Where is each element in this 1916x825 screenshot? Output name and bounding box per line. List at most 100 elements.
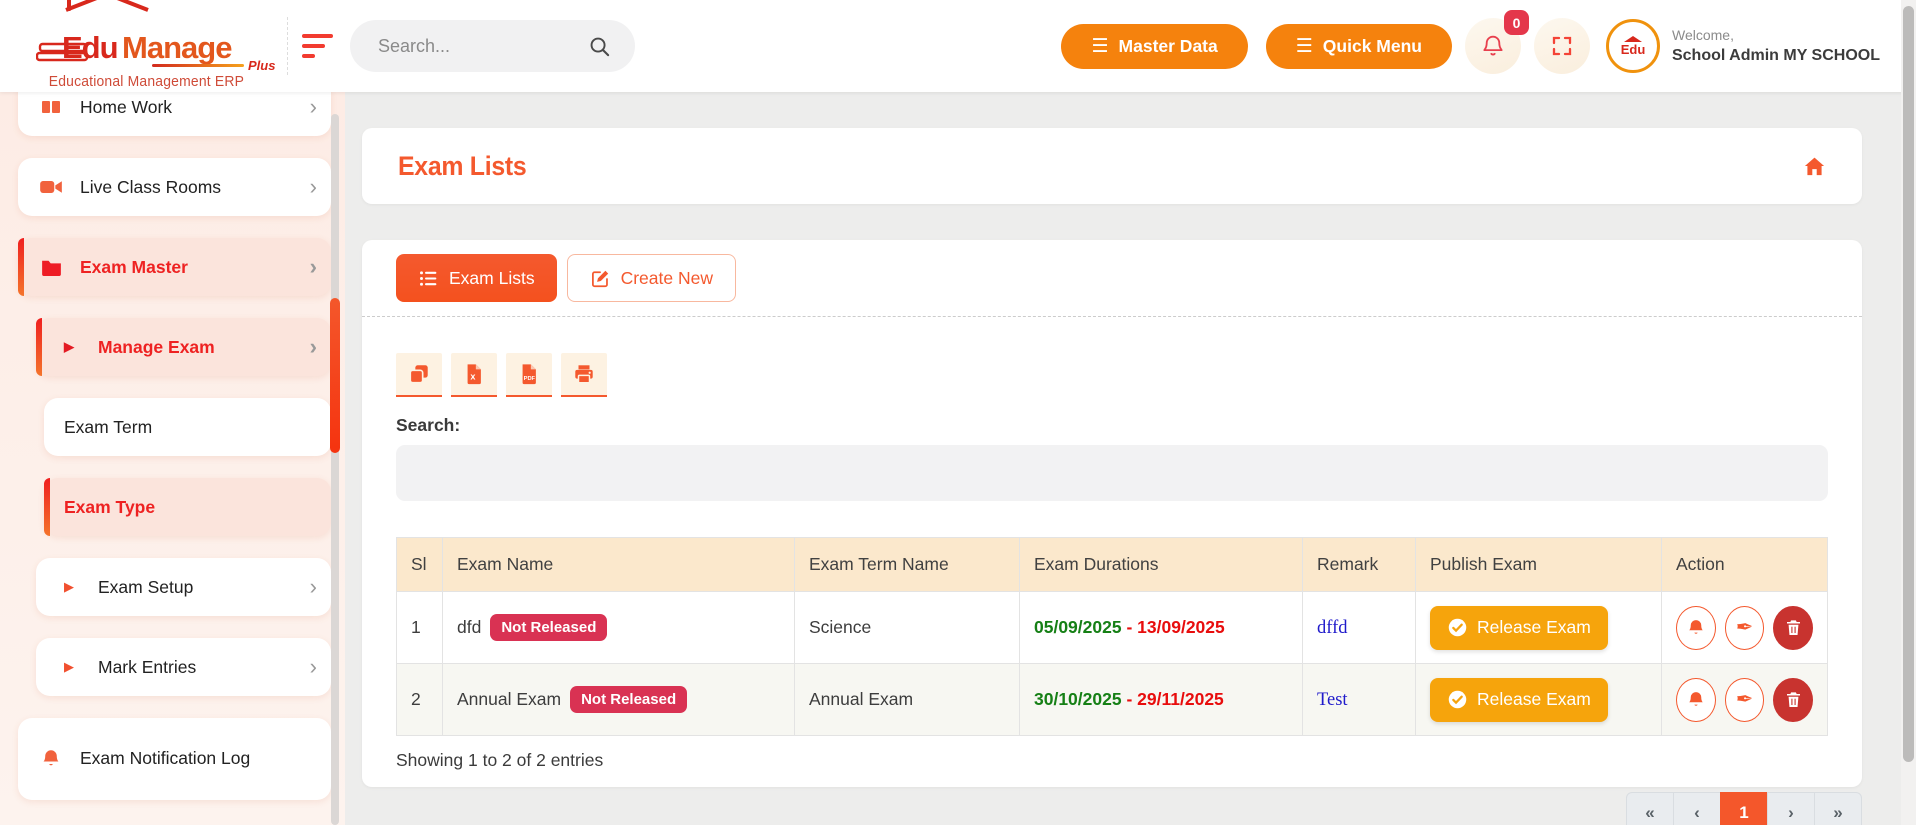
column-header-publish-exam: Publish Exam [1415, 537, 1662, 592]
master-data-label: Master Data [1118, 35, 1218, 56]
sidebar-item-exam-setup[interactable]: ▶ Exam Setup › [36, 558, 331, 616]
sidebar-item-exam-master[interactable]: Exam Master › [18, 238, 331, 296]
tab-exam-lists[interactable]: Exam Lists [396, 254, 557, 302]
cell-remark: dffd [1302, 591, 1416, 664]
home-icon [1804, 157, 1825, 175]
table-search-input[interactable] [396, 445, 1828, 501]
sidebar-item-label: Exam Term [64, 416, 153, 437]
brand-logo[interactable]: Edu Manage Plus Educational Management E… [0, 0, 287, 92]
sidebar-nav: Home Work › Live Class Rooms › Exam Mast… [0, 92, 345, 825]
body-row: Home Work › Live Class Rooms › Exam Mast… [0, 92, 1916, 825]
bell-icon [1689, 691, 1703, 706]
page-header-card: Exam Lists [362, 128, 1862, 204]
user-avatar[interactable]: Edu [1605, 19, 1660, 73]
exam-name-text: dfd [457, 617, 482, 637]
table-header-row: Sl Exam Name Exam Term Name Exam Duratio… [396, 537, 1828, 592]
sidebar-item-label: Exam Notification Log [80, 748, 251, 769]
pen-icon: ✒ [1735, 616, 1754, 639]
graduation-cap-icon [65, 0, 149, 12]
cell-publish: Release Exam [1415, 591, 1662, 664]
pdf-export-button[interactable]: PDF [506, 353, 552, 397]
sidebar-item-label: Exam Type [64, 496, 156, 517]
remark-text: dffd [1317, 617, 1348, 638]
pagination-next-button[interactable]: › [1767, 792, 1815, 825]
sidebar-item-mark-entries[interactable]: ▶ Mark Entries › [36, 638, 331, 696]
pagination-page-1[interactable]: 1 [1720, 792, 1768, 825]
sidebar-item-live-class-rooms[interactable]: Live Class Rooms › [18, 158, 331, 216]
table-summary: Showing 1 to 2 of 2 entries [396, 750, 604, 770]
caret-right-icon: ▶ [64, 579, 74, 594]
copy-export-button[interactable] [396, 353, 442, 397]
topbar-divider [287, 17, 288, 75]
sidebar-toggle-icon[interactable] [302, 34, 336, 58]
pagination-first-button[interactable]: « [1626, 792, 1674, 825]
welcome-label: Welcome, [1671, 26, 1734, 43]
chevron-right-icon: › [309, 254, 317, 279]
sidebar-scrollbar-thumb[interactable] [330, 298, 340, 453]
release-exam-button[interactable]: Release Exam [1430, 677, 1608, 722]
quick-menu-label: Quick Menu [1322, 35, 1422, 56]
cell-exam-duration: 30/10/2025 - 29/11/2025 [1019, 663, 1303, 736]
exam-list-card: Exam Lists Create New x PDF Search: Sl E… [362, 240, 1862, 787]
exam-table: Sl Exam Name Exam Term Name Exam Duratio… [396, 537, 1828, 736]
master-data-button[interactable]: ☰ Master Data [1061, 23, 1248, 69]
delete-action-button[interactable] [1773, 605, 1813, 650]
brand-name-primary: Edu [62, 30, 119, 65]
chevron-right-icon: › [309, 334, 317, 359]
column-header-exam-name: Exam Name [442, 537, 795, 592]
cell-exam-duration: 05/09/2025 - 13/09/2025 [1019, 591, 1303, 664]
release-exam-button[interactable]: Release Exam [1430, 605, 1608, 650]
edit-action-button[interactable]: ✒ [1724, 605, 1765, 650]
notify-action-button[interactable] [1676, 677, 1716, 722]
excel-export-button[interactable]: x [451, 353, 497, 397]
release-exam-label: Release Exam [1477, 617, 1591, 637]
pagination-prev-button[interactable]: ‹ [1673, 792, 1721, 825]
caret-right-icon: ▶ [64, 339, 74, 354]
sidebar-scrollbar-track[interactable] [331, 114, 339, 825]
home-breadcrumb-button[interactable] [1803, 155, 1826, 178]
copy-icon [409, 365, 428, 384]
page-title: Exam Lists [398, 150, 527, 181]
bell-icon [1689, 619, 1703, 634]
sidebar-item-exam-term[interactable]: Exam Term [44, 398, 331, 456]
folder-icon [38, 255, 64, 280]
search-icon[interactable] [588, 35, 611, 58]
duration-end: - 29/11/2025 [1126, 689, 1224, 709]
sidebar-item-label: Home Work [80, 96, 173, 117]
bell-icon [38, 748, 64, 770]
duration-end: - 13/09/2025 [1126, 617, 1225, 637]
table-search-label: Search: [396, 415, 461, 435]
brand-logo-art: Edu Manage Plus Educational Management E… [36, 0, 275, 90]
svg-text:PDF: PDF [524, 376, 536, 382]
check-circle-icon [1448, 690, 1467, 709]
pen-icon: ✒ [1735, 688, 1754, 711]
notifications-button[interactable]: 0 [1464, 10, 1529, 74]
sidebar-item-home-work[interactable]: Home Work › [18, 92, 331, 136]
global-search-input[interactable] [378, 20, 578, 72]
quick-menu-button[interactable]: ☰ Quick Menu [1265, 23, 1452, 69]
cell-publish: Release Exam [1415, 663, 1662, 736]
cell-remark: Test [1302, 663, 1416, 736]
page-scrollbar-thumb[interactable] [1903, 6, 1914, 762]
page-scrollbar-track[interactable] [1901, 0, 1916, 825]
print-export-button[interactable] [561, 353, 607, 397]
brand-suffix: Plus [248, 58, 276, 73]
notify-action-button[interactable] [1676, 605, 1716, 650]
logo-underline [152, 64, 244, 67]
sidebar-item-exam-notification-log[interactable]: Exam Notification Log [18, 718, 331, 800]
sidebar-item-label: Mark Entries [98, 656, 197, 677]
release-exam-label: Release Exam [1477, 689, 1591, 709]
caret-right-icon: ▶ [64, 659, 74, 674]
chevron-right-icon: › [309, 94, 317, 119]
tab-create-new[interactable]: Create New [566, 254, 736, 302]
cell-actions: ✒ [1661, 591, 1828, 664]
fullscreen-button[interactable] [1533, 18, 1590, 74]
edit-action-button[interactable]: ✒ [1724, 677, 1765, 722]
chevron-right-icon: › [309, 574, 317, 599]
sidebar-item-manage-exam[interactable]: ▶ Manage Exam › [36, 318, 331, 376]
remark-text: Test [1317, 689, 1348, 710]
delete-action-button[interactable] [1773, 677, 1813, 722]
tab-label: Create New [620, 267, 713, 288]
sidebar-item-exam-type[interactable]: Exam Type [44, 478, 331, 536]
pagination-last-button[interactable]: » [1814, 792, 1862, 825]
